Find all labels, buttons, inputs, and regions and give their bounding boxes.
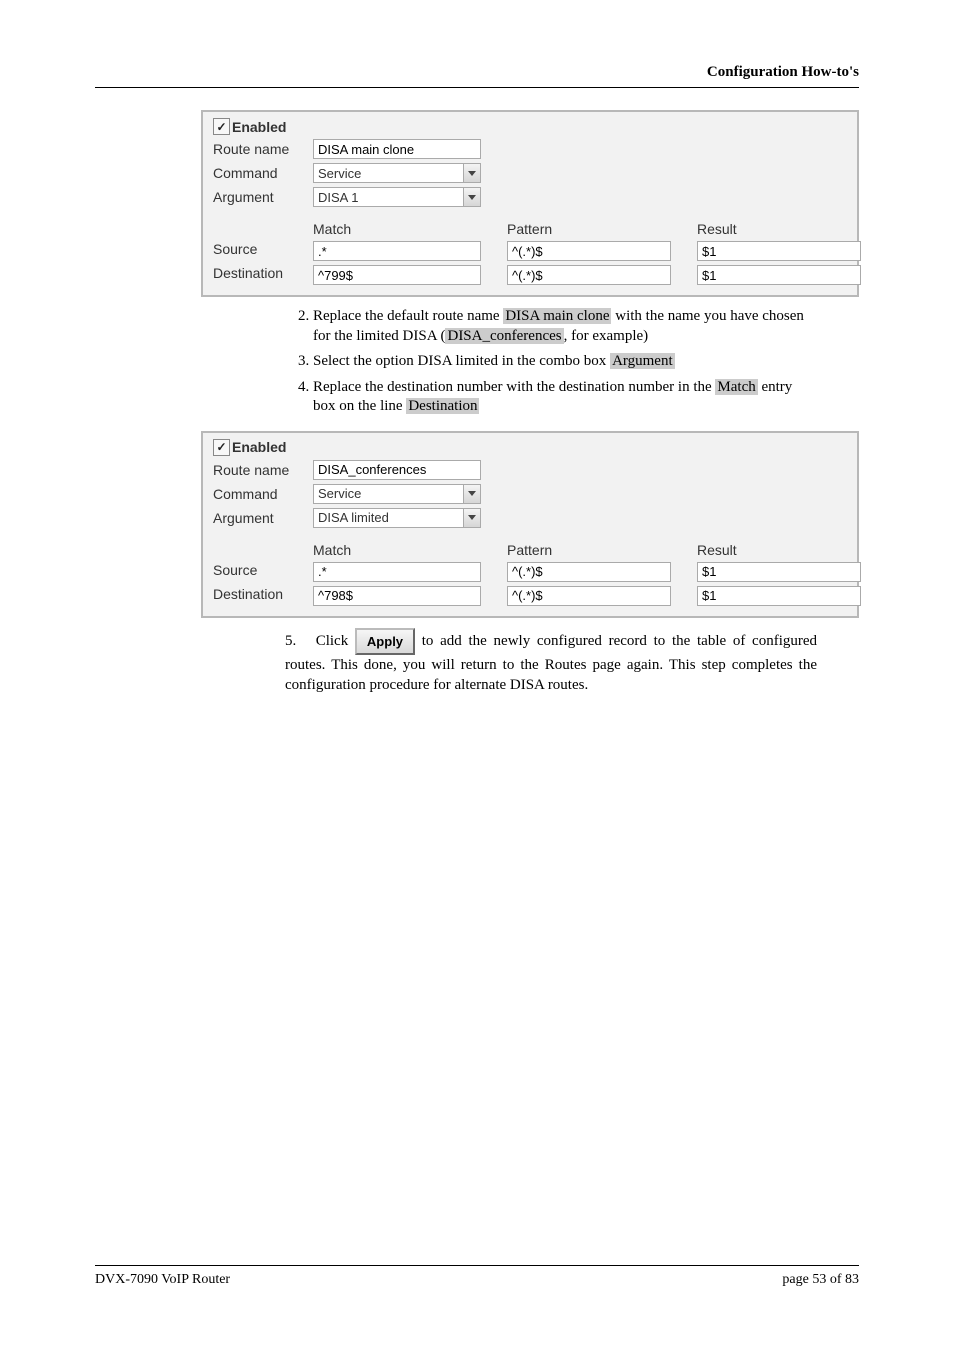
enabled-checkbox[interactable]: ✓ bbox=[213, 118, 230, 135]
destination-match-input[interactable] bbox=[313, 586, 481, 606]
destination-row-label: Destination bbox=[213, 265, 313, 285]
argument-select[interactable]: DISA 1 bbox=[313, 187, 481, 207]
source-row-label: Source bbox=[213, 562, 313, 582]
highlight-text: Match bbox=[715, 379, 757, 395]
route-form-panel-2: ✓ Enabled Route name Command Service Arg… bbox=[201, 431, 859, 618]
source-match-input[interactable] bbox=[313, 241, 481, 261]
source-pattern-input[interactable] bbox=[507, 241, 671, 261]
footer-divider bbox=[95, 1265, 859, 1266]
chevron-down-icon bbox=[463, 509, 480, 527]
source-result-input[interactable] bbox=[697, 241, 861, 261]
chevron-down-icon bbox=[463, 164, 480, 182]
argument-select-value: DISA limited bbox=[318, 510, 389, 525]
source-result-input[interactable] bbox=[697, 562, 861, 582]
enabled-label: Enabled bbox=[232, 119, 286, 135]
destination-pattern-input[interactable] bbox=[507, 586, 671, 606]
page-header-title: Configuration How-to's bbox=[95, 64, 859, 87]
col-pattern-header: Pattern bbox=[507, 542, 697, 558]
step-5-number: 5. bbox=[285, 631, 309, 651]
step-3: Select the option DISA limited in the co… bbox=[313, 352, 817, 372]
footer-product: DVX-7090 VoIP Router bbox=[95, 1272, 230, 1288]
col-result-header: Result bbox=[697, 221, 847, 237]
enabled-checkbox[interactable]: ✓ bbox=[213, 439, 230, 456]
source-match-input[interactable] bbox=[313, 562, 481, 582]
destination-pattern-input[interactable] bbox=[507, 265, 671, 285]
highlight-text: DISA_conferences bbox=[445, 328, 563, 344]
argument-select-value: DISA 1 bbox=[318, 190, 358, 205]
argument-select[interactable]: DISA limited bbox=[313, 508, 481, 528]
col-match-header: Match bbox=[313, 221, 507, 237]
route-name-input[interactable] bbox=[313, 460, 481, 480]
command-label: Command bbox=[213, 165, 313, 181]
col-pattern-header: Pattern bbox=[507, 221, 697, 237]
highlight-text: Argument bbox=[610, 353, 675, 369]
step-2: Replace the default route name DISA main… bbox=[313, 307, 817, 346]
argument-label: Argument bbox=[213, 510, 313, 526]
highlight-text: DISA main clone bbox=[503, 308, 611, 324]
command-select-value: Service bbox=[318, 166, 361, 181]
destination-result-input[interactable] bbox=[697, 586, 861, 606]
source-row-label: Source bbox=[213, 241, 313, 261]
command-select[interactable]: Service bbox=[313, 163, 481, 183]
destination-match-input[interactable] bbox=[313, 265, 481, 285]
route-name-label: Route name bbox=[213, 141, 313, 157]
enabled-label: Enabled bbox=[232, 439, 286, 455]
step-4: Replace the destination number with the … bbox=[313, 378, 817, 417]
col-match-header: Match bbox=[313, 542, 507, 558]
route-name-label: Route name bbox=[213, 462, 313, 478]
destination-row-label: Destination bbox=[213, 586, 313, 606]
page-footer: DVX-7090 VoIP Router page 53 of 83 bbox=[95, 1265, 859, 1288]
instruction-list: Replace the default route name DISA main… bbox=[285, 307, 817, 417]
argument-label: Argument bbox=[213, 189, 313, 205]
command-label: Command bbox=[213, 486, 313, 502]
chevron-down-icon bbox=[463, 188, 480, 206]
route-name-input[interactable] bbox=[313, 139, 481, 159]
col-result-header: Result bbox=[697, 542, 847, 558]
apply-button[interactable]: Apply bbox=[355, 628, 415, 656]
source-pattern-input[interactable] bbox=[507, 562, 671, 582]
command-select[interactable]: Service bbox=[313, 484, 481, 504]
step-5: 5. Click Apply to add the newly configur… bbox=[285, 628, 817, 696]
destination-result-input[interactable] bbox=[697, 265, 861, 285]
command-select-value: Service bbox=[318, 486, 361, 501]
header-divider bbox=[95, 87, 859, 88]
chevron-down-icon bbox=[463, 485, 480, 503]
highlight-text: Destination bbox=[406, 398, 479, 414]
route-form-panel-1: ✓ Enabled Route name Command Service Arg… bbox=[201, 110, 859, 297]
footer-page-number: page 53 of 83 bbox=[782, 1272, 859, 1288]
